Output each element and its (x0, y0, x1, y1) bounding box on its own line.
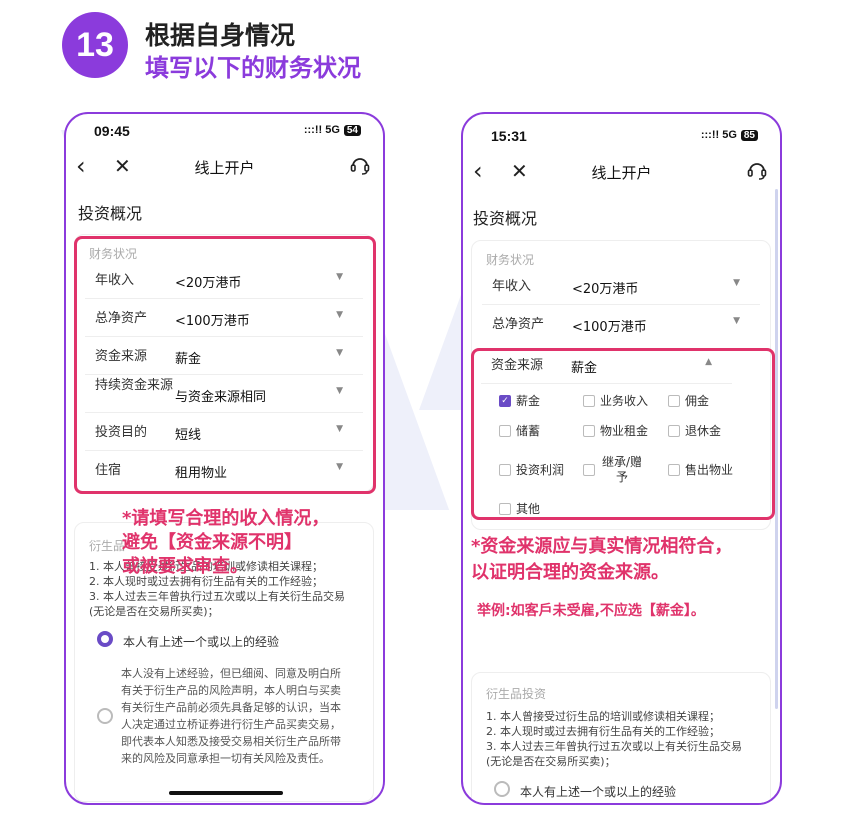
list-item: (无论是否在交易所买卖)； (486, 755, 616, 768)
row-label: 总净资产 (492, 317, 545, 332)
radio-label: 本人有上述一个或以上的经验 (123, 635, 280, 649)
headset-icon[interactable] (746, 159, 768, 181)
example-note: 举例:如客戶未受雇,不应选【薪金】。 (477, 603, 705, 619)
nav-bar: ‹ ✕ 线上开户 (463, 157, 780, 187)
chevron-up-icon: ▲ (705, 357, 712, 367)
checkbox-investment-profit[interactable]: 投资利润 (499, 461, 564, 478)
step-number-badge: 13 (62, 12, 128, 78)
row-value: 薪金 (571, 361, 598, 376)
option-label: 佣金 (685, 394, 710, 408)
phone-screenshot-left: 09:45 :::!! 5G 54 ‹ ✕ 线上开户 投资概况 财务状况 年收入 <… (64, 112, 385, 805)
option-label: 薪金 (516, 394, 541, 408)
fund-source-warning-note: *资金来源应与真实情况相符合， 以证明合理的资金来源。 (471, 534, 732, 586)
checkbox-inheritance[interactable]: 继承/赠予 (583, 455, 644, 485)
checkbox-icon (499, 424, 511, 437)
step-title: 根据自身情况 (145, 21, 296, 50)
nav-title: 线上开户 (591, 164, 652, 182)
highlight-box (74, 236, 376, 494)
option-label: 投资利润 (516, 463, 565, 477)
radio-no-experience[interactable] (97, 708, 113, 724)
status-signal: :::!! 5G 54 (304, 124, 361, 136)
nav-title: 线上开户 (194, 159, 255, 177)
radio-label: 本人有上述一个或以上的经验 (520, 785, 677, 799)
tutorial-page: 13 根据自身情况 填写以下的财务状况 09:45 :::!! 5G 54 ‹ ✕… (0, 0, 841, 821)
checkbox-icon (583, 464, 595, 476)
note-line: 或被要求审查。 (122, 556, 248, 577)
checkbox-icon (668, 463, 680, 476)
checkbox-icon (583, 424, 595, 437)
list-item: 3. 本人过去三年曾执行过五次或以上有关衍生品交易 (486, 740, 742, 753)
checkbox-icon (583, 394, 595, 407)
para-line: 有关于衍生产品的风险声明，本人明白与买卖 (121, 684, 341, 697)
status-time: 15:31 (491, 128, 527, 144)
checkbox-pension[interactable]: 退休金 (668, 422, 721, 439)
form-row-annual-income[interactable]: 年收入 <20万港币 ▼ (482, 267, 760, 305)
disclaimer-paragraph: 本人没有上述经验，但已细阅、同意及明白所 有关于衍生产品的风险声明，本人明白与买… (121, 665, 371, 767)
list-item: 1. 本人曾接受过衍生品的培训或修读相关课程； (486, 710, 720, 723)
checkbox-other[interactable]: 其他 (499, 500, 540, 517)
headset-icon[interactable] (349, 154, 371, 176)
derivative-label: 衍生品投资 (486, 687, 547, 701)
network-label: :::!! 5G (700, 129, 737, 141)
para-line: 有关衍生产品前必须先具备足够的认识，当本 (121, 701, 341, 714)
row-label: 年收入 (492, 279, 532, 294)
option-label: 继承/赠予 (601, 455, 643, 484)
option-label: 退休金 (685, 424, 722, 438)
note-line: 以证明合理的资金来源。 (471, 562, 669, 583)
checkbox-commission[interactable]: 佣金 (668, 392, 709, 409)
checkbox-icon (499, 463, 511, 476)
checkbox-business-income[interactable]: 业务收入 (583, 392, 648, 409)
checkbox-rental[interactable]: 物业租金 (583, 422, 648, 439)
check-icon: ✓ (499, 394, 511, 407)
phone-screenshot-right: 15:31 :::!! 5G 85 ‹ ✕ 线上开户 投资概况 财务状况 年收入<… (461, 112, 782, 805)
option-label: 其他 (516, 502, 541, 516)
checkbox-salary[interactable]: ✓ 薪金 (499, 392, 540, 409)
para-line: 即代表本人知悉及接受交易相关衍生产品所带 (121, 735, 341, 748)
network-label: :::!! 5G (303, 124, 340, 136)
battery-icon: 54 (343, 124, 361, 136)
note-line: *请填写合理的收入情况， (122, 508, 330, 529)
para-line: 人决定通过立桥证券进行衍生产品买卖交易， (121, 718, 341, 731)
list-item: 2. 本人现时或过去拥有衍生品有关的工作经验； (486, 725, 720, 738)
row-label: 资金来源 (491, 358, 544, 373)
checkbox-icon (668, 424, 680, 437)
option-label: 业务收入 (600, 394, 649, 408)
home-indicator (169, 791, 283, 795)
derivative-label: 衍生品 (89, 539, 126, 553)
form-row-net-assets[interactable]: 总净资产 <100万港币 ▼ (482, 305, 760, 343)
para-line: 本人没有上述经验，但已细阅、同意及明白所 (121, 667, 341, 680)
derivative-card: 衍生品投资 1. 本人曾接受过衍生品的培训或修读相关课程； 2. 本人现时或过去… (471, 672, 771, 803)
radio-has-experience[interactable] (494, 781, 510, 797)
checkbox-icon (668, 394, 680, 407)
nav-bar: ‹ ✕ 线上开户 (66, 152, 383, 182)
row-value: <100万港币 (572, 320, 647, 335)
status-time: 09:45 (94, 123, 130, 139)
derivative-list: 1. 本人曾接受过衍生品的培训或修读相关课程； 2. 本人现时或过去拥有衍生品有… (486, 709, 771, 769)
note-line: *资金来源应与真实情况相符合， (471, 536, 733, 557)
option-label: 储蓄 (516, 424, 541, 438)
section-title: 投资概况 (473, 209, 538, 228)
battery-icon: 85 (740, 129, 758, 141)
radio-has-experience[interactable] (97, 631, 113, 647)
para-line: 来的风险及同意承担一切有关风险及责任。 (121, 752, 330, 765)
checkbox-property-sale[interactable]: 售出物业 (668, 461, 733, 478)
income-warning-note: *请填写合理的收入情况， 避免【资金来源不明】 或被要求审查。 (122, 507, 329, 579)
scrollbar[interactable] (775, 189, 778, 709)
option-label: 售出物业 (685, 463, 734, 477)
form-row-fund-source[interactable]: 资金来源 薪金 ▲ (481, 346, 732, 384)
status-signal: :::!! 5G 85 (701, 129, 758, 141)
financial-label: 财务状况 (486, 253, 535, 267)
checkbox-savings[interactable]: 储蓄 (499, 422, 540, 439)
section-title: 投资概况 (78, 204, 143, 223)
dropdown-icon: ▼ (733, 316, 740, 326)
list-item: 3. 本人过去三年曾执行过五次或以上有关衍生品交易 (89, 590, 345, 603)
list-item: (无论是否在交易所买卖)； (89, 605, 219, 618)
checkbox-icon (499, 502, 511, 515)
option-label: 物业租金 (600, 424, 649, 438)
note-line: 避免【资金来源不明】 (122, 532, 302, 553)
dropdown-icon: ▼ (733, 278, 740, 288)
row-value: <20万港币 (572, 282, 639, 297)
step-subtitle: 填写以下的财务状况 (145, 54, 361, 82)
